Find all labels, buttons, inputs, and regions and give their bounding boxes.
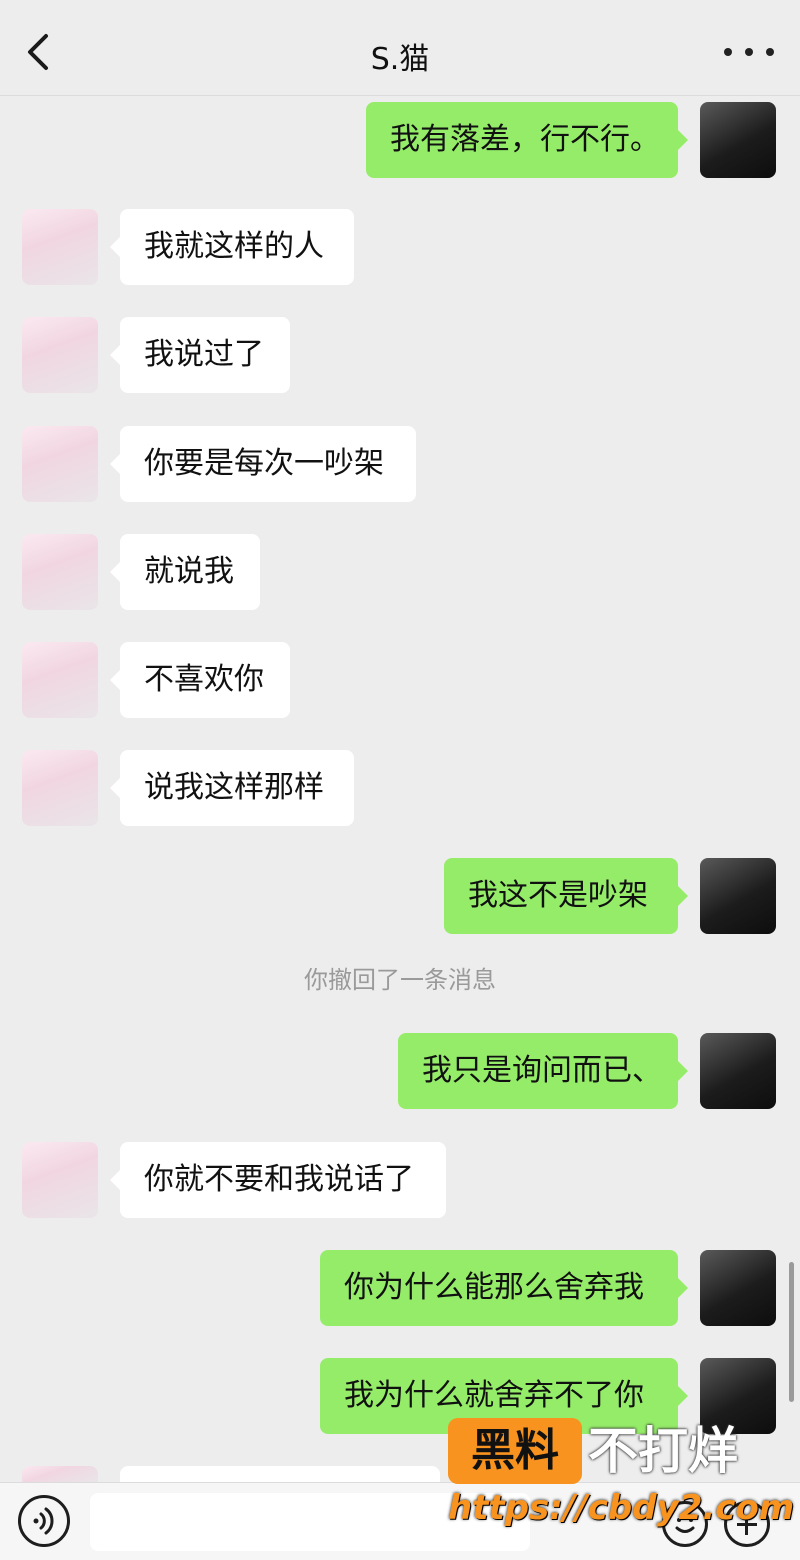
contact-avatar[interactable] [22, 209, 98, 285]
chat-scrollbar[interactable] [789, 1262, 794, 1402]
contact-avatar[interactable] [22, 534, 98, 610]
watermark-brand-box: 黑料 [448, 1418, 582, 1484]
user-avatar[interactable] [700, 1250, 776, 1326]
contact-avatar[interactable] [22, 1466, 98, 1482]
user-avatar[interactable] [700, 1033, 776, 1109]
message-bubble-sent[interactable]: 我只是询问而已、 [398, 1033, 688, 1109]
more-options-button[interactable] [724, 40, 774, 64]
user-avatar[interactable] [700, 102, 776, 178]
message-bubble-received[interactable]: 你要是每次一吵架 [110, 426, 416, 502]
message-bubble-received[interactable]: 我就这样的人 [110, 209, 354, 285]
message-bubble-received[interactable]: 你就不要和我说话了 [110, 1142, 446, 1218]
watermark-brand-text: 不打烊 [588, 1422, 738, 1480]
contact-avatar[interactable] [22, 317, 98, 393]
contact-avatar[interactable] [22, 426, 98, 502]
contact-avatar[interactable] [22, 642, 98, 718]
message-bubble-received[interactable]: 我说过了 [110, 317, 290, 393]
contact-avatar[interactable] [22, 1142, 98, 1218]
watermark-url: https://cbdy2.com [448, 1488, 795, 1528]
recalled-message-notice: 你撤回了一条消息 [304, 966, 496, 994]
voice-button[interactable] [18, 1495, 70, 1547]
chat-title: S.猫 [370, 42, 430, 77]
chat-header: S.猫 [0, 0, 800, 96]
message-bubble-sent[interactable]: 我这不是吵架 [444, 858, 688, 934]
watermark: 黑料 不打烊 https://cbdy2.com [448, 1418, 794, 1548]
contact-avatar[interactable] [22, 750, 98, 826]
message-bubble-sent[interactable]: 你为什么能那么舍弃我 [320, 1250, 688, 1326]
message-bubble-received[interactable]: 说我这样那样 [110, 750, 354, 826]
more-dots-icon [724, 48, 732, 56]
voice-icon [33, 1507, 54, 1535]
message-bubble-received[interactable] [110, 1466, 440, 1514]
message-bubble-received[interactable]: 不喜欢你 [110, 642, 290, 718]
user-avatar[interactable] [700, 858, 776, 934]
message-bubble-received[interactable]: 就说我 [110, 534, 260, 610]
message-bubble-sent[interactable]: 我有落差，行不行。 [366, 102, 688, 178]
